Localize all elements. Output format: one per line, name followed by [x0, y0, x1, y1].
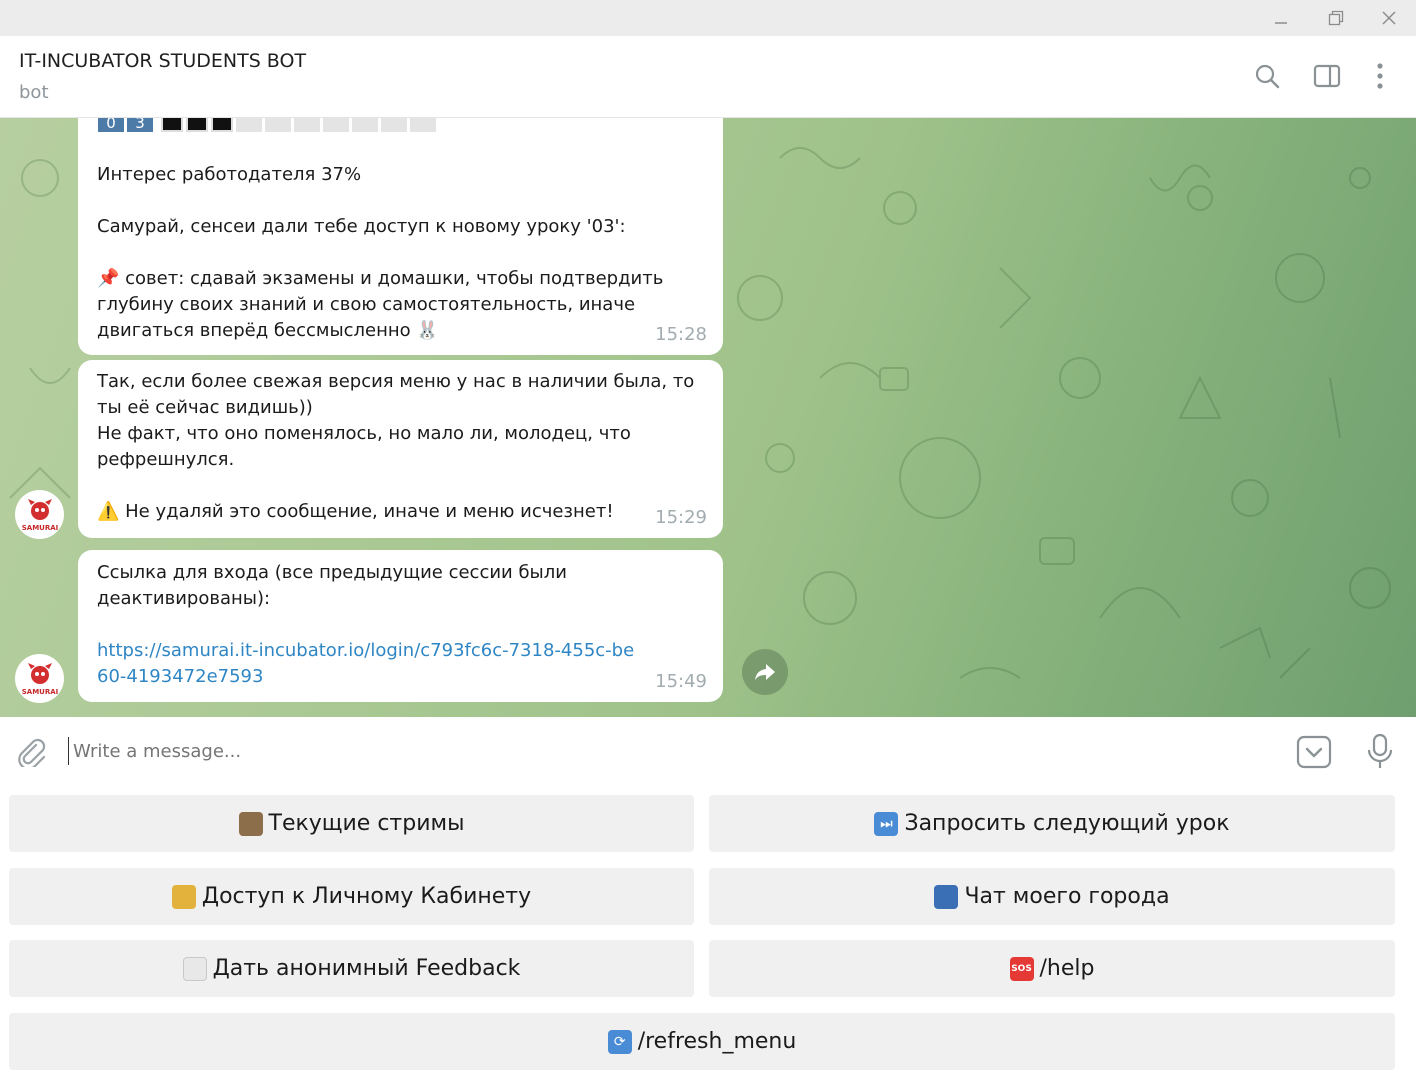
message-text: Интерес работодателя 37% Самурай, сенсеи…: [97, 164, 664, 341]
bot-reply-keyboard: Текущие стримы ⏭ Запросить следующий уро…: [0, 785, 1416, 1080]
forward-button[interactable]: [742, 649, 788, 695]
svg-text:SAMURAI: SAMURAI: [21, 524, 58, 532]
message-input[interactable]: [68, 737, 1268, 765]
cabinet-access-button[interactable]: Доступ к Личному Кабинету: [9, 868, 694, 925]
bot-avatar[interactable]: SAMURAI: [15, 490, 64, 539]
streams-button[interactable]: Текущие стримы: [9, 795, 694, 852]
progress-empty: [265, 118, 291, 132]
progress-indicator: 0 3: [98, 118, 439, 132]
minimize-icon[interactable]: [1266, 6, 1296, 30]
refresh-menu-button[interactable]: ⟳ /refresh_menu: [9, 1013, 1395, 1070]
city-chat-button[interactable]: Чат моего города: [709, 868, 1395, 925]
lock-with-key-icon: [171, 884, 196, 909]
progress-digit: 0: [98, 118, 124, 132]
share-arrow-icon: [755, 664, 775, 680]
chat-status: bot: [19, 82, 49, 103]
more-vertical-icon[interactable]: [1362, 58, 1398, 94]
sidebar-toggle-icon[interactable]: [1309, 58, 1345, 94]
envelope-icon: [182, 956, 207, 981]
progress-empty: [352, 118, 378, 132]
bot-avatar[interactable]: SAMURAI: [15, 654, 64, 703]
message-bubble[interactable]: 0 3 Интерес работодателя 37% Самурай, се…: [78, 118, 723, 355]
window-titlebar: [0, 0, 1416, 36]
progress-filled: [211, 118, 233, 132]
svg-text:SAMURAI: SAMURAI: [21, 688, 58, 696]
search-icon[interactable]: [1249, 58, 1285, 94]
progress-empty: [323, 118, 349, 132]
progress-filled: [186, 118, 208, 132]
login-link[interactable]: https://samurai.it-incubator.io/login/c7…: [97, 638, 637, 690]
progress-empty: [236, 118, 262, 132]
next-lesson-button[interactable]: ⏭ Запросить следующий урок: [709, 795, 1395, 852]
feedback-button[interactable]: Дать анонимный Feedback: [9, 940, 694, 997]
chat-history[interactable]: 0 3 Интерес работодателя 37% Самурай, се…: [0, 118, 1416, 717]
help-button[interactable]: SOS /help: [709, 940, 1395, 997]
message-text: Так, если более свежая версия меню у нас…: [97, 371, 695, 522]
message-composer: [0, 717, 1416, 785]
message-time: 15:29: [655, 507, 707, 528]
message-time: 15:49: [655, 671, 707, 692]
progress-empty: [294, 118, 320, 132]
bot-keyboard-icon[interactable]: [1296, 735, 1332, 769]
progress-filled: [161, 118, 183, 132]
progress-empty: [381, 118, 407, 132]
message-bubble[interactable]: Ссылка для входа (все предыдущие сессии …: [78, 550, 723, 702]
close-icon[interactable]: [1374, 6, 1404, 30]
cityscape-icon: [934, 884, 959, 909]
attach-icon[interactable]: [14, 735, 46, 770]
microphone-icon[interactable]: [1364, 733, 1396, 771]
chat-title[interactable]: IT-INCUBATOR STUDENTS BOT: [19, 50, 306, 72]
film-clapper-icon: [238, 811, 263, 836]
chat-header: IT-INCUBATOR STUDENTS BOT bot: [0, 36, 1416, 118]
message-bubble[interactable]: Так, если более свежая версия меню у нас…: [78, 360, 723, 538]
refresh-icon: ⟳: [607, 1029, 632, 1054]
progress-digit: 3: [127, 118, 153, 132]
progress-empty: [410, 118, 436, 132]
sos-icon: SOS: [1009, 956, 1034, 981]
fast-forward-icon: ⏭: [874, 811, 899, 836]
message-text: Ссылка для входа (все предыдущие сессии …: [97, 562, 573, 609]
restore-icon[interactable]: [1321, 6, 1351, 30]
message-time: 15:28: [655, 324, 707, 345]
